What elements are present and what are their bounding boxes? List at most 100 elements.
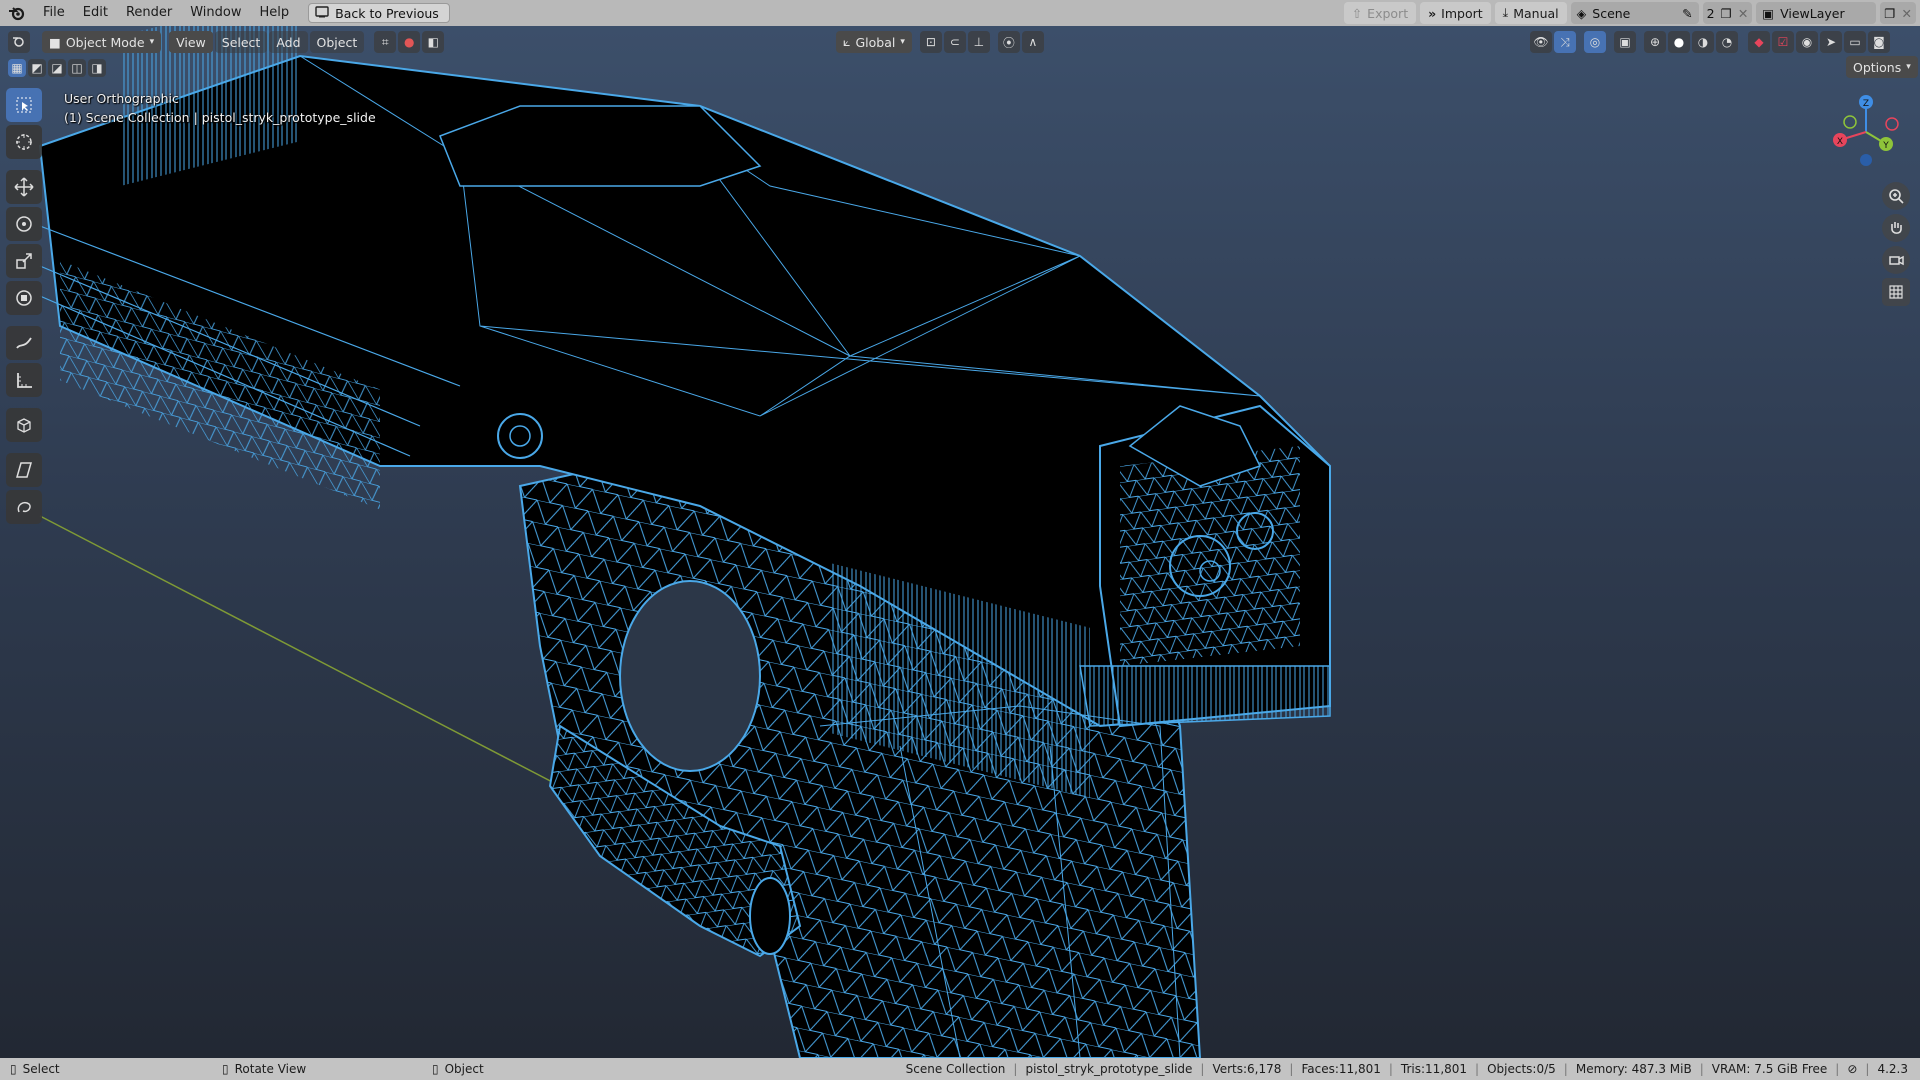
solid-shading-icon[interactable]: ● [1668, 31, 1690, 53]
object-mode-dropdown[interactable]: ■ Object Mode ▾ [42, 31, 162, 53]
monitor-icon[interactable]: ▭ [1844, 31, 1866, 53]
close-icon[interactable]: ✕ [1738, 6, 1748, 21]
select-mode-row: ▦ ◩ ◪ ◫ ◨ [8, 56, 106, 80]
select-extend-icon[interactable]: ◩ [28, 59, 46, 77]
stat-tris: Tris:11,801 [1400, 1062, 1468, 1076]
overlay-icon[interactable]: ◎ [1584, 31, 1606, 53]
snap-target-icon[interactable]: ⊥ [967, 31, 990, 53]
snap-icon[interactable]: ● [398, 31, 421, 53]
record-icon[interactable]: ◆ [1748, 31, 1770, 53]
select-invert-icon[interactable]: ◫ [68, 59, 86, 77]
rotate-bend-tool[interactable] [6, 490, 42, 524]
chevron-down-icon: ▾ [149, 37, 155, 47]
chevron-down-icon: ▾ [1906, 62, 1911, 72]
gizmo-icon[interactable]: ⤨ [1554, 31, 1576, 53]
zoom-icon[interactable] [1882, 182, 1910, 210]
xray-icon[interactable]: ▣ [1614, 31, 1636, 53]
view-layer-actions: ❐ ✕ [1880, 2, 1916, 24]
proportional-icon[interactable]: ⦿ [997, 31, 1020, 53]
menu-help[interactable]: Help [251, 0, 299, 26]
crosshair-icon [16, 134, 32, 150]
wireframe-shading-icon[interactable]: ⊕ [1644, 31, 1666, 53]
menu-render[interactable]: Render [117, 0, 181, 26]
camera-icon[interactable]: ◙ [1868, 31, 1890, 53]
menu-edit[interactable]: Edit [74, 0, 117, 26]
falloff-icon[interactable]: ∧ [1021, 31, 1044, 53]
view-layer-icon: ▣ [1762, 5, 1775, 21]
stat-verts: Verts:6,178 [1212, 1062, 1282, 1076]
select-new-icon[interactable]: ▦ [8, 59, 26, 77]
close-icon[interactable]: ✕ [1902, 6, 1912, 21]
object-mode-icon: ■ [49, 34, 61, 50]
transform-tool[interactable] [6, 281, 42, 315]
snap-toggle-icon[interactable]: ⊂ [943, 31, 966, 53]
export-button[interactable]: ⇧ Export [1343, 2, 1417, 24]
stat-objects: Objects:0/5 [1487, 1062, 1556, 1076]
network-icon[interactable]: ⊘ [1843, 1062, 1861, 1076]
material-shading-icon[interactable]: ◑ [1692, 31, 1714, 53]
cube-add-icon [17, 418, 31, 433]
copy-icon[interactable]: ❐ [1884, 6, 1895, 21]
shear-tool[interactable] [6, 453, 42, 487]
add-menu[interactable]: Add [269, 31, 308, 53]
viewport-header-left: ■ Object Mode ▾ View Select Add Object ⌗… [8, 30, 445, 54]
select-menu[interactable]: Select [214, 31, 268, 53]
ortho-grid-icon[interactable] [1882, 278, 1910, 306]
options-dropdown[interactable]: Options ▾ [1846, 56, 1918, 78]
pan-hand-icon[interactable] [1882, 214, 1910, 242]
cursor-icon[interactable]: ➤ [1820, 31, 1842, 53]
gizmo-z-label: Z [1863, 99, 1869, 109]
shear-icon [16, 462, 32, 478]
import-button[interactable]: » Import [1420, 2, 1491, 24]
object-mode-label: Object Mode [65, 34, 145, 50]
menu-window[interactable]: Window [181, 0, 250, 26]
eye-icon[interactable]: ◉ [1796, 31, 1818, 53]
3d-viewport[interactable]: ■ Object Mode ▾ View Select Add Object ⌗… [0, 26, 1920, 1058]
measure-tool[interactable] [6, 363, 42, 397]
pivot-point-icon[interactable]: ⊡ [919, 31, 942, 53]
stat-version: 4.2.3 [1877, 1062, 1908, 1076]
copy-icon[interactable]: ❐ [1721, 6, 1732, 21]
top-menu-bar: File Edit Render Window Help Back to Pre… [0, 0, 1920, 26]
status-select-hint: ▯ Select [10, 1058, 60, 1080]
blender-logo-icon[interactable] [0, 0, 34, 26]
scene-selector[interactable]: ◈ Scene ✎ [1570, 2, 1699, 24]
select-box-tool[interactable] [6, 88, 42, 122]
add-cube-tool[interactable] [6, 408, 42, 442]
proportional-edit-icon[interactable]: ◧ [422, 31, 445, 53]
rotate-tool[interactable] [6, 207, 42, 241]
view-layer-name: ViewLayer [1780, 5, 1845, 21]
navigation-gizmo[interactable]: Z X Y [1826, 92, 1906, 172]
rendered-shading-icon[interactable]: ◔ [1716, 31, 1738, 53]
select-subtract-icon[interactable]: ◪ [48, 59, 66, 77]
bend-icon [17, 501, 31, 513]
stat-collection: Scene Collection [905, 1062, 1006, 1076]
view-menu[interactable]: View [169, 31, 213, 53]
manual-button[interactable]: ⤓ Manual [1494, 2, 1567, 24]
gizmo-y-label: Y [1882, 141, 1889, 151]
menu-file[interactable]: File [34, 0, 74, 26]
checkbox-icon[interactable]: ☑ [1772, 31, 1794, 53]
stat-faces: Faces:11,801 [1301, 1062, 1381, 1076]
scale-tool[interactable] [6, 244, 42, 278]
camera-view-icon[interactable] [1882, 246, 1910, 274]
select-intersect-icon[interactable]: ◨ [88, 59, 106, 77]
pin-icon: ✎ [1682, 5, 1693, 21]
move-tool[interactable] [6, 170, 42, 204]
cursor-arrow-icon [16, 97, 32, 113]
view-layer-selector[interactable]: ▣ ViewLayer [1756, 2, 1877, 24]
visibility-icon[interactable]: 👁 [1530, 31, 1552, 53]
object-menu[interactable]: Object [309, 31, 365, 53]
cursor-tool[interactable] [6, 125, 42, 159]
gizmo-toggle-icon[interactable]: ⌗ [374, 31, 397, 53]
editor-type-icon[interactable] [8, 31, 30, 53]
download-icon: ⤓ [1502, 5, 1509, 20]
annotate-tool[interactable] [6, 326, 42, 360]
viewport-header-center: ⟀ Global ▾ ⊡ ⊂ ⊥ ⦿ ∧ [836, 30, 1044, 54]
move-arrows-icon [14, 177, 34, 197]
transform-orientation-dropdown[interactable]: ⟀ Global ▾ [836, 31, 912, 53]
mouse-middle-icon: ▯ [222, 1062, 229, 1076]
import-label: Import [1441, 5, 1483, 21]
scene-statistics: Scene Collection | pistol_stryk_prototype… [902, 1058, 1912, 1080]
back-to-previous-button[interactable]: Back to Previous [308, 3, 450, 23]
